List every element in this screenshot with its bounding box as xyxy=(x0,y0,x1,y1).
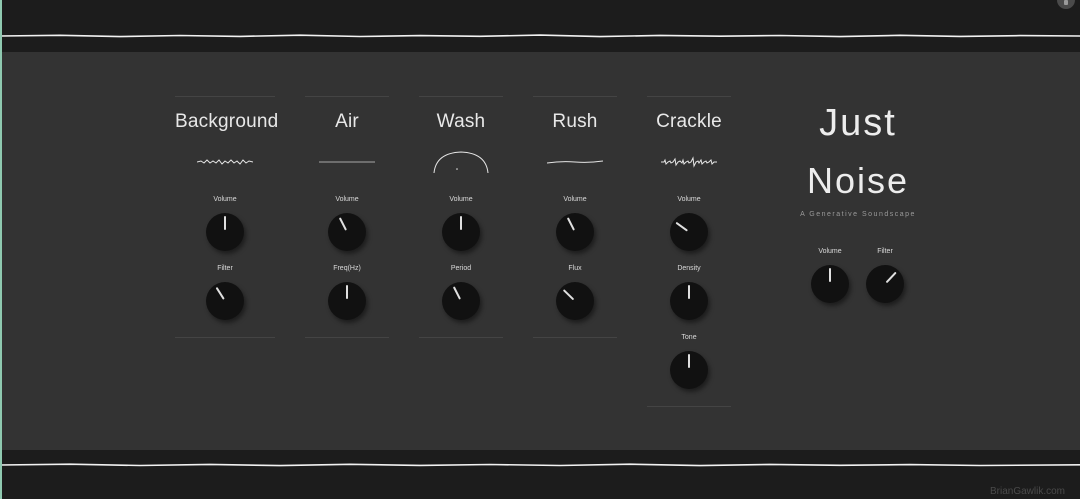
knob-indicator xyxy=(566,217,575,231)
knob-label: Period xyxy=(450,265,472,272)
wash-volume-knob[interactable] xyxy=(442,213,480,251)
knob-indicator xyxy=(885,271,897,284)
channel-title: Crackle xyxy=(656,111,722,132)
knob-label: Filter xyxy=(217,265,233,272)
wash-waveform-icon xyxy=(433,151,489,174)
knob-indicator xyxy=(215,286,225,300)
channel-title: Air xyxy=(335,111,359,132)
app-title-line1: Just xyxy=(819,102,897,144)
channel-air: Air Volume Freq(Hz) xyxy=(305,96,389,338)
channel-background: Background Volume Filter xyxy=(175,96,279,338)
crackle-volume-knob[interactable] xyxy=(670,213,708,251)
knob-label: Tone xyxy=(681,334,697,341)
knob-label: Filter xyxy=(877,248,893,255)
knob-label: Volume xyxy=(677,196,701,203)
channel-title: Wash xyxy=(436,111,486,132)
bottom-visualizer-bar xyxy=(0,450,1080,499)
rush-volume-knob[interactable] xyxy=(556,213,594,251)
crackle-waveform-icon xyxy=(661,156,717,168)
knob-indicator xyxy=(562,289,575,301)
knob-label: Volume xyxy=(563,196,587,203)
knob-indicator xyxy=(452,286,461,300)
knob-indicator xyxy=(688,354,690,368)
background-volume-knob[interactable] xyxy=(206,213,244,251)
channel-wash: Wash Volume Period xyxy=(419,96,503,338)
app-subtitle: A Generative Soundscape xyxy=(800,211,916,218)
top-waveform xyxy=(0,34,1080,38)
top-visualizer-bar xyxy=(0,0,1080,52)
knob-label: Volume xyxy=(449,196,473,203)
knob-label: Freq(Hz) xyxy=(333,265,361,272)
credit-link[interactable]: BrianGawlik.com xyxy=(975,486,1065,497)
knob-indicator xyxy=(224,216,226,230)
channel-rush: Rush Volume Flux xyxy=(533,96,617,338)
knob-label: Density xyxy=(677,265,701,272)
knob-indicator xyxy=(675,221,688,232)
rush-waveform-icon xyxy=(547,160,603,164)
knob-label: Volume xyxy=(213,196,237,203)
knob-indicator xyxy=(688,285,690,299)
corner-icon xyxy=(1064,0,1068,5)
knob-label: Volume xyxy=(818,248,842,255)
master-volume-knob[interactable] xyxy=(811,265,849,303)
background-filter-knob[interactable] xyxy=(206,282,244,320)
knob-indicator xyxy=(338,217,347,231)
corner-toggle-button[interactable] xyxy=(1057,0,1075,9)
air-volume-knob[interactable] xyxy=(328,213,366,251)
knob-label: Volume xyxy=(335,196,359,203)
channel-title: Rush xyxy=(552,111,598,132)
bottom-waveform xyxy=(0,463,1080,467)
channel-crackle: Crackle Volume Density Tone xyxy=(647,96,731,407)
knob-indicator xyxy=(346,285,348,299)
rush-flux-knob[interactable] xyxy=(556,282,594,320)
left-accent-strip xyxy=(0,0,2,499)
master-filter-knob[interactable] xyxy=(866,265,904,303)
channel-title: Background xyxy=(175,111,279,132)
app-title-line2: Noise xyxy=(806,160,910,201)
background-waveform-icon xyxy=(197,159,253,165)
crackle-tone-knob[interactable] xyxy=(670,351,708,389)
knob-indicator xyxy=(460,216,462,230)
air-freq-knob[interactable] xyxy=(328,282,366,320)
knob-indicator xyxy=(829,268,831,282)
knob-label: Flux xyxy=(568,265,582,272)
crackle-density-knob[interactable] xyxy=(670,282,708,320)
air-waveform-icon xyxy=(319,161,375,163)
wash-period-knob[interactable] xyxy=(442,282,480,320)
